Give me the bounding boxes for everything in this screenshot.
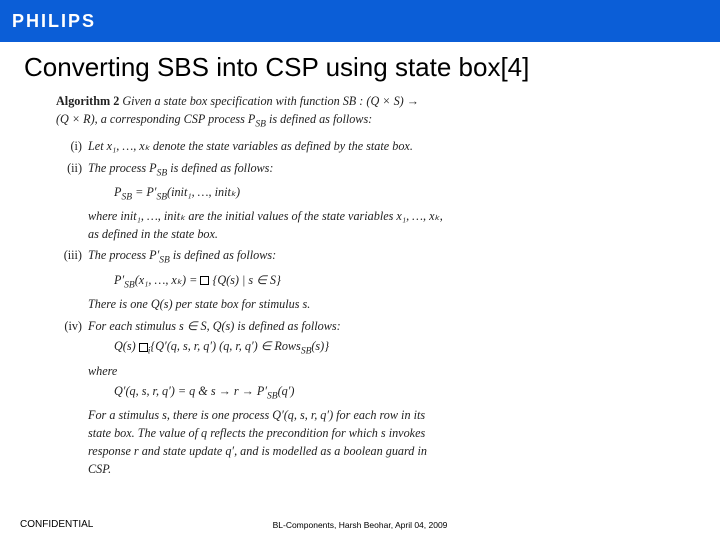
footer-meta: BL-Components, Harsh Beohar, April 04, 2… bbox=[273, 520, 448, 530]
brand-header: PHILIPS bbox=[0, 0, 720, 42]
algorithm-body: Algorithm 2 Given a state box specificat… bbox=[0, 89, 720, 478]
algorithm-steps: (i) Let x₁, …, xₖ denote the state varia… bbox=[56, 138, 664, 478]
step-i: (i) Let x₁, …, xₖ denote the state varia… bbox=[84, 138, 664, 156]
footer: CONFIDENTIAL BL-Components, Harsh Beohar… bbox=[0, 519, 720, 530]
step-iii: (iii) The process P′SB is defined as fol… bbox=[84, 247, 664, 313]
confidential-label: CONFIDENTIAL bbox=[20, 519, 93, 530]
algorithm-header: Algorithm 2 Given a state box specificat… bbox=[56, 93, 664, 132]
algorithm-intro-line2a: (Q × R), a corresponding CSP process P bbox=[56, 112, 255, 126]
algorithm-intro-line1: Given a state box specification with fun… bbox=[122, 94, 419, 108]
eq-psb-prime: P′SB(x₁, …, xₖ) = {Q(s) | s ∈ S} bbox=[114, 272, 664, 293]
external-choice-icon bbox=[200, 276, 209, 285]
page-title: Converting SBS into CSP using state box[… bbox=[0, 42, 720, 89]
step-ii: (ii) The process PSB is defined as follo… bbox=[84, 160, 664, 244]
step-iv: (iv) For each stimulus s ∈ S, Q(s) is de… bbox=[84, 318, 664, 479]
external-choice-icon bbox=[139, 343, 148, 352]
eq-qs: Q(s) i{Q′(q, s, r, q′) (q, r, q′) ∈ Rows… bbox=[114, 338, 664, 359]
eq-psb: PSB = P′SB(init₁, …, initₖ) bbox=[114, 184, 664, 205]
eq-qprime: Q′(q, s, r, q′) = q & s → r → P′SB(q′) bbox=[114, 383, 664, 404]
philips-logo: PHILIPS bbox=[12, 11, 96, 32]
algorithm-label: Algorithm 2 bbox=[56, 94, 119, 108]
